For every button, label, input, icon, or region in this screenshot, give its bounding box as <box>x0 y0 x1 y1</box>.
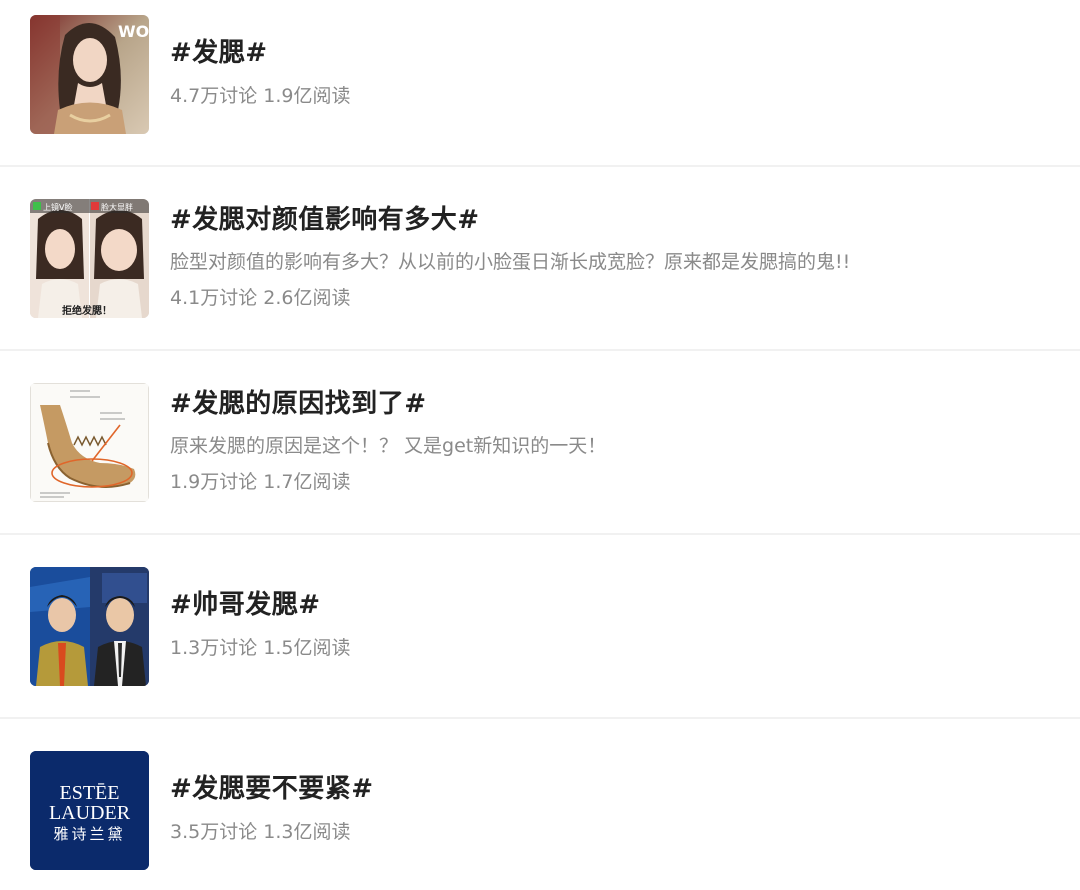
topic-item-3[interactable]: #发腮的原因找到了# 原来发腮的原因是这个！？ 又是get新知识的一天！ 1.9… <box>0 351 1080 533</box>
topic-stats: 3.5万讨论 1.3亿阅读 <box>170 821 351 843</box>
estee-lauder-logo: ESTĒE LAUDER 雅诗兰黛 <box>30 751 149 870</box>
jaw-anatomy-diagram <box>30 383 149 502</box>
topic-list: WO #发腮# 4.7万讨论 1.9亿阅读 上镜V脸 脸大显胖 拒绝发腮！ #发… <box>0 0 1080 890</box>
topic-title[interactable]: #发腮要不要紧# <box>170 773 374 805</box>
svg-text:上镜V脸: 上镜V脸 <box>43 202 72 212</box>
topic-stats: 4.7万讨论 1.9亿阅读 <box>170 85 351 107</box>
topic-description: 脸型对颜值的影响有多大？从以前的小脸蛋日渐长成宽脸？原来都是发腮搞的鬼!! <box>170 251 851 273</box>
topic-thumbnail[interactable]: ESTĒE LAUDER 雅诗兰黛 <box>30 751 149 870</box>
svg-text:脸大显胖: 脸大显胖 <box>101 202 133 212</box>
topic-stats: 1.9万讨论 1.7亿阅读 <box>170 471 351 493</box>
topic-title[interactable]: #发腮# <box>170 37 268 69</box>
svg-text:ESTĒE: ESTĒE <box>60 782 120 804</box>
topic-title[interactable]: #帅哥发腮# <box>170 589 321 621</box>
red-carpet-photo: WO <box>30 15 149 134</box>
svg-text:拒绝发腮！: 拒绝发腮！ <box>62 304 112 317</box>
topic-title[interactable]: #发腮的原因找到了# <box>170 388 427 420</box>
topic-description: 原来发腮的原因是这个！？ 又是get新知识的一天！ <box>170 435 607 457</box>
topic-item-5[interactable]: ESTĒE LAUDER 雅诗兰黛 #发腮要不要紧# 3.5万讨论 1.3亿阅读 <box>0 719 1080 890</box>
topic-thumbnail[interactable] <box>30 383 149 502</box>
svg-text:WO: WO <box>118 22 149 41</box>
topic-item-1[interactable]: WO #发腮# 4.7万讨论 1.9亿阅读 <box>0 0 1080 165</box>
topic-thumbnail[interactable]: 上镜V脸 脸大显胖 拒绝发腮！ <box>30 199 149 318</box>
face-comparison-photo: 上镜V脸 脸大显胖 拒绝发腮！ <box>30 199 149 318</box>
topic-item-2[interactable]: 上镜V脸 脸大显胖 拒绝发腮！ #发腮对颜值影响有多大# 脸型对颜值的影响有多大… <box>0 167 1080 349</box>
topic-title[interactable]: #发腮对颜值影响有多大# <box>170 204 480 236</box>
svg-text:LAUDER: LAUDER <box>49 802 131 824</box>
topic-stats: 4.1万讨论 2.6亿阅读 <box>170 287 351 309</box>
topic-thumbnail[interactable] <box>30 567 149 686</box>
news-anchors-photo <box>30 567 149 686</box>
topic-stats: 1.3万讨论 1.5亿阅读 <box>170 637 351 659</box>
topic-item-4[interactable]: #帅哥发腮# 1.3万讨论 1.5亿阅读 <box>0 535 1080 717</box>
svg-text:雅诗兰黛: 雅诗兰黛 <box>53 825 125 843</box>
topic-thumbnail[interactable]: WO <box>30 15 149 134</box>
